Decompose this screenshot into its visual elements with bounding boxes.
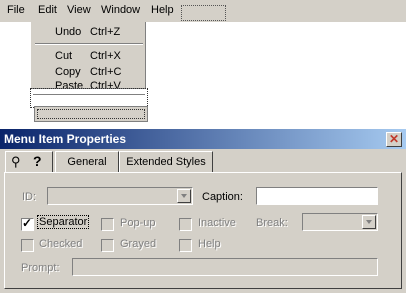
id-label: ID: — [22, 191, 37, 203]
menu-separator — [35, 43, 143, 45]
id-combo[interactable] — [47, 187, 193, 205]
selected-separator-item[interactable] — [30, 88, 148, 108]
chevron-down-icon[interactable] — [362, 215, 376, 229]
menu-item-accelerator: Ctrl+Z — [90, 26, 121, 38]
caption-label: Caption: — [202, 191, 243, 203]
caption-input[interactable] — [256, 187, 378, 205]
menu-item-undo[interactable]: Undo Ctrl+Z — [31, 25, 145, 41]
general-tab-page: ID: Caption: ✓ Separator Pop-up Inactive… — [4, 172, 402, 289]
menu-bar: File Edit View Window Help — [0, 0, 406, 22]
popup-label: Pop-up — [120, 217, 156, 229]
dialog-titlebar: Menu Item Properties ✕ — [0, 129, 406, 149]
menu-item-cut[interactable]: Cut Ctrl+X — [31, 49, 145, 65]
prompt-label: Prompt: — [21, 262, 60, 274]
tab-extended-styles[interactable]: Extended Styles — [119, 151, 213, 172]
inactive-label: Inactive — [198, 217, 236, 229]
new-item-placeholder[interactable] — [34, 106, 148, 122]
menu-item-accelerator: Ctrl+X — [90, 50, 121, 62]
popup-checkbox[interactable] — [101, 218, 114, 231]
chevron-down-icon[interactable] — [177, 189, 191, 203]
break-label: Break: — [256, 217, 288, 229]
grayed-checkbox[interactable] — [101, 239, 114, 252]
help-label: Help — [198, 238, 221, 250]
separator-label: Separator — [37, 215, 90, 229]
menu-item-properties-dialog: Menu Item Properties ✕ ⚲ ? General Exten… — [0, 129, 406, 293]
pushpin-icon[interactable]: ⚲ — [11, 154, 21, 170]
checked-checkbox[interactable] — [21, 239, 34, 252]
prompt-input[interactable] — [72, 258, 378, 276]
menu-edit[interactable]: Edit — [38, 4, 57, 16]
help-icon[interactable]: ? — [33, 153, 42, 169]
menu-item-label: Copy — [55, 66, 81, 78]
checkmark-icon: ✓ — [22, 216, 33, 230]
dialog-title: Menu Item Properties — [4, 132, 127, 146]
tab-label: General — [67, 156, 107, 168]
close-button[interactable]: ✕ — [386, 132, 402, 147]
grayed-label: Grayed — [120, 238, 157, 250]
menu-window[interactable]: Window — [101, 4, 140, 16]
tab-pin-help[interactable]: ⚲ ? — [5, 151, 53, 172]
menu-item-label: Undo — [55, 26, 82, 38]
menu-view[interactable]: View — [67, 4, 91, 16]
menu-item-accelerator: Ctrl+C — [90, 66, 122, 78]
menu-help[interactable]: Help — [151, 4, 174, 16]
tab-label: Extended Styles — [126, 156, 206, 168]
tab-general[interactable]: General — [55, 151, 119, 172]
new-menu-placeholder[interactable] — [181, 5, 226, 21]
help-checkbox[interactable] — [179, 239, 192, 252]
break-combo[interactable] — [302, 213, 378, 231]
checked-label: Checked — [39, 238, 83, 250]
close-icon: ✕ — [388, 132, 400, 146]
inactive-checkbox[interactable] — [179, 218, 192, 231]
menu-item-label: Cut — [55, 50, 73, 62]
separator-checkbox[interactable]: ✓ — [21, 216, 34, 231]
menu-file[interactable]: File — [7, 4, 25, 16]
edit-dropdown: Undo Ctrl+Z Cut Ctrl+X Copy Ctrl+C Paste… — [31, 22, 146, 89]
